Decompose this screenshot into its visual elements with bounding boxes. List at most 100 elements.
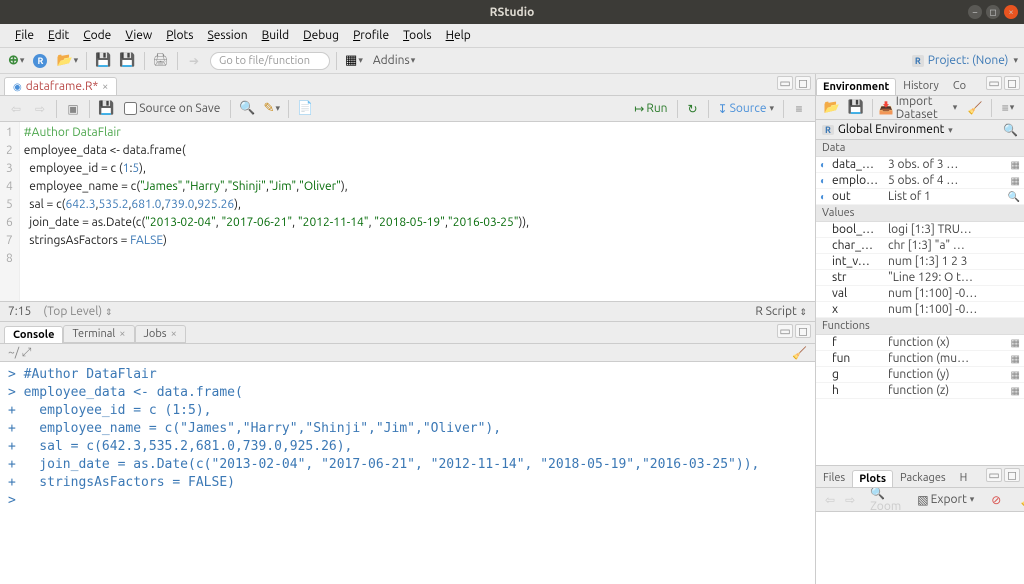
console-tab-jobs[interactable]: Jobs × (135, 325, 186, 343)
pane-minimize-icon[interactable]: ▭ (986, 76, 1002, 90)
expand-icon[interactable]: ◐ (820, 175, 832, 187)
view-data-icon[interactable]: ▦ (1006, 353, 1020, 365)
pane-maximize-icon[interactable]: ◻ (795, 324, 811, 338)
plot-prev-button[interactable]: ⇦ (822, 493, 838, 507)
menu-view[interactable]: View (118, 29, 159, 42)
view-data-icon[interactable]: ▦ (1006, 159, 1020, 171)
code-tools-button[interactable]: ✎▾ (262, 99, 282, 119)
env-variable-row[interactable]: ◐emplo…5 obs. of 4 …▦ (816, 173, 1024, 189)
view-data-icon[interactable]: ▦ (1006, 175, 1020, 187)
env-variable-row[interactable]: xnum [1:100] -0… (816, 302, 1024, 318)
menu-debug[interactable]: Debug (296, 29, 346, 42)
env-variable-row[interactable]: str"Line 129: O t… (816, 270, 1024, 286)
env-variable-row[interactable]: char_…chr [1:3] "a" … (816, 238, 1024, 254)
minimize-button[interactable]: – (968, 5, 982, 19)
show-in-new-window-button[interactable]: ▣ (63, 99, 83, 119)
pane-maximize-icon[interactable]: ◻ (1004, 76, 1020, 90)
scope-indicator[interactable]: (Top Level) ⇕ (43, 305, 112, 318)
files-tab-packages[interactable]: Packages (893, 469, 953, 487)
env-variable-row[interactable]: ◐outList of 1🔍 (816, 189, 1024, 205)
save-button[interactable]: 💾 (93, 51, 113, 71)
expand-icon[interactable]: ◐ (820, 159, 832, 171)
save-source-button[interactable]: 💾 (96, 99, 116, 119)
new-project-button[interactable]: R (30, 51, 50, 71)
close-button[interactable]: × (1004, 5, 1018, 19)
env-tab-environment[interactable]: Environment (816, 78, 896, 95)
pane-maximize-icon[interactable]: ◻ (795, 76, 811, 90)
source-on-save-checkbox[interactable]: Source on Save (124, 102, 220, 115)
scope-selector[interactable]: Global Environment ▾ (838, 123, 953, 136)
forward-button[interactable]: ⇨ (30, 99, 50, 119)
source-button[interactable]: ↧Source ▾ (714, 102, 778, 116)
env-variable-row[interactable]: funfunction (mu…▦ (816, 351, 1024, 367)
save-all-button[interactable]: 💾 (117, 51, 137, 71)
menu-build[interactable]: Build (255, 29, 297, 42)
env-variable-row[interactable]: hfunction (z)▦ (816, 383, 1024, 399)
view-data-icon[interactable]: ▦ (1006, 337, 1020, 349)
clear-workspace-button[interactable]: 🧹 (965, 98, 985, 118)
variable-name: f (832, 336, 888, 349)
files-tab-help[interactable]: H (953, 469, 975, 487)
new-file-button[interactable]: ⊕▾ (6, 51, 26, 71)
open-file-button[interactable]: 📂▾ (54, 51, 80, 71)
close-tab-icon[interactable]: × (102, 81, 108, 93)
print-button[interactable]: 🖨 (151, 51, 172, 71)
console-tab-terminal[interactable]: Terminal × (63, 325, 134, 343)
file-type-selector[interactable]: R Script ⇕ (755, 305, 807, 318)
env-variable-row[interactable]: int_v…num [1:3] 1 2 3 (816, 254, 1024, 270)
save-workspace-button[interactable]: 💾 (846, 98, 866, 118)
search-env-icon[interactable]: 🔍 (1003, 123, 1018, 137)
env-variable-row[interactable]: gfunction (y)▦ (816, 367, 1024, 383)
console-output[interactable]: > #Author DataFlair > employee_data <- d… (0, 362, 815, 584)
expand-icon[interactable]: ◐ (820, 191, 832, 203)
env-variable-row[interactable]: ffunction (x)▦ (816, 335, 1024, 351)
import-dataset-button[interactable]: 📥 Import Dataset ▾ (879, 95, 958, 121)
view-mode-button[interactable]: ≡▾ (998, 98, 1018, 118)
rerun-button[interactable]: ↻ (683, 99, 703, 119)
back-button[interactable]: ⇦ (6, 99, 26, 119)
goto-file-function-input[interactable]: Go to file/function (210, 52, 330, 70)
env-tab-connections[interactable]: Co (946, 77, 973, 95)
menu-help[interactable]: Help (439, 29, 478, 42)
outline-button[interactable]: ≡ (789, 99, 809, 119)
menu-plots[interactable]: Plots (159, 29, 200, 42)
console-tab-console[interactable]: Console (4, 326, 63, 343)
view-data-icon[interactable]: ▦ (1006, 385, 1020, 397)
menu-file[interactable]: File (8, 29, 41, 42)
clear-plots-button[interactable]: 🧹 (1018, 490, 1024, 510)
addins-button[interactable]: Addins ▾ (369, 51, 419, 71)
console-popout-icon[interactable]: ⤢ (22, 346, 32, 360)
maximize-button[interactable]: ◻ (986, 5, 1000, 19)
menu-tools[interactable]: Tools (396, 29, 439, 42)
pane-minimize-icon[interactable]: ▭ (986, 468, 1002, 482)
source-tab-dataframe[interactable]: ◉ dataframe.R* × (4, 77, 117, 95)
compile-report-button[interactable]: 📄 (295, 99, 315, 119)
menu-code[interactable]: Code (76, 29, 118, 42)
env-variable-row[interactable]: valnum [1:100] -0… (816, 286, 1024, 302)
env-variable-row[interactable]: ◐data_…3 obs. of 3 …▦ (816, 157, 1024, 173)
grid-view-button[interactable]: ▦▾ (343, 51, 365, 71)
zoom-button[interactable]: 🔍 Zoom (870, 486, 901, 513)
view-data-icon[interactable]: ▦ (1006, 369, 1020, 381)
plot-next-button[interactable]: ⇨ (842, 493, 858, 507)
menu-session[interactable]: Session (200, 29, 254, 42)
menu-profile[interactable]: Profile (346, 29, 396, 42)
env-variable-row[interactable]: bool_…logi [1:3] TRU… (816, 222, 1024, 238)
run-button[interactable]: ↦Run (630, 102, 671, 116)
pane-maximize-icon[interactable]: ◻ (1004, 468, 1020, 482)
find-button[interactable]: 🔍 (237, 99, 257, 119)
pane-minimize-icon[interactable]: ▭ (777, 324, 793, 338)
env-tab-history[interactable]: History (896, 77, 946, 95)
window-controls: – ◻ × (968, 5, 1018, 19)
files-tab-plots[interactable]: Plots (852, 470, 893, 487)
menu-edit[interactable]: Edit (41, 29, 76, 42)
clear-console-icon[interactable]: 🧹 (792, 346, 807, 360)
project-selector[interactable]: R Project: (None) ▾ (912, 54, 1018, 67)
code-editor[interactable]: 12345678 #Author DataFlairemployee_data … (0, 122, 815, 301)
files-tab-files[interactable]: Files (816, 469, 852, 487)
view-data-icon[interactable]: 🔍 (1006, 191, 1020, 203)
remove-plot-button[interactable]: ⊘ (986, 490, 1006, 510)
export-plot-button[interactable]: ▧ Export ▾ (917, 493, 974, 507)
pane-minimize-icon[interactable]: ▭ (777, 76, 793, 90)
load-workspace-button[interactable]: 📂 (822, 98, 842, 118)
